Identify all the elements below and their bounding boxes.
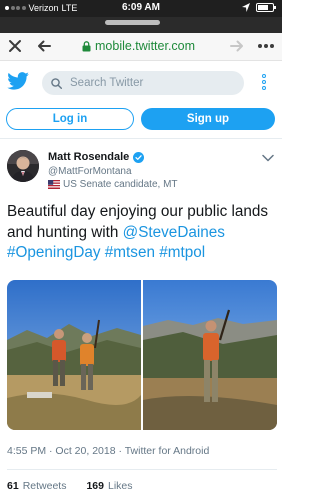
likes-label: Likes xyxy=(108,480,133,492)
url-text: mobile.twitter.com xyxy=(95,39,196,53)
retweets-stat[interactable]: 61 Retweets xyxy=(7,480,66,492)
likes-count: 169 xyxy=(86,480,104,492)
hashtag-link[interactable]: #mtpol xyxy=(159,244,205,261)
location-icon xyxy=(242,3,250,12)
tweet-media xyxy=(7,280,277,430)
twitter-bird-icon[interactable] xyxy=(7,72,29,90)
tweet-timestamp[interactable]: 4:55 PM · Oct 20, 2018 · Twitter for And… xyxy=(7,445,209,457)
divider xyxy=(0,138,282,139)
battery-icon xyxy=(256,3,276,12)
tweet-text: Beautiful day enjoying our public lands … xyxy=(7,202,279,264)
hashtag-link[interactable]: #OpeningDay xyxy=(7,244,101,261)
search-icon xyxy=(51,77,62,89)
affiliation-label: US Senate candidate, MT xyxy=(63,179,178,190)
author-affiliation: US Senate candidate, MT xyxy=(48,179,178,190)
forward-arrow-icon[interactable] xyxy=(229,38,245,54)
flag-icon xyxy=(48,180,60,189)
tweet-stats: 61 Retweets 169 Likes xyxy=(7,480,149,492)
chevron-down-icon[interactable] xyxy=(262,154,274,162)
search-placeholder: Search Twitter xyxy=(70,77,144,89)
tweet-photo[interactable] xyxy=(143,280,277,430)
retweets-count: 61 xyxy=(7,480,19,492)
status-bar: Verizon LTE 6:09 AM xyxy=(0,0,282,17)
login-button[interactable]: Log in xyxy=(6,108,134,130)
avatar[interactable] xyxy=(7,150,39,182)
divider xyxy=(7,469,277,470)
likes-stat[interactable]: 169 Likes xyxy=(86,480,132,492)
twitter-header: Search Twitter xyxy=(0,62,282,102)
lock-icon xyxy=(82,40,91,51)
status-icons xyxy=(242,3,276,12)
browser-toolbar: mobile.twitter.com xyxy=(0,33,282,61)
tweet-photo[interactable] xyxy=(7,280,141,430)
author-name-row[interactable]: Matt Rosendale xyxy=(48,151,145,163)
signup-button[interactable]: Sign up xyxy=(141,108,275,130)
notification-hint[interactable] xyxy=(0,17,282,33)
url-bar[interactable]: mobile.twitter.com xyxy=(82,39,195,53)
pull-handle[interactable] xyxy=(105,20,160,25)
clock: 6:09 AM xyxy=(122,2,160,13)
avatar-photo xyxy=(7,150,39,182)
verified-badge-icon xyxy=(133,151,145,163)
back-arrow-icon[interactable] xyxy=(36,38,52,54)
search-input[interactable]: Search Twitter xyxy=(42,71,244,95)
close-icon[interactable] xyxy=(7,38,23,54)
author-name[interactable]: Matt Rosendale xyxy=(48,151,129,163)
kebab-icon[interactable] xyxy=(261,74,267,90)
retweets-label: Retweets xyxy=(22,480,67,492)
more-icon[interactable] xyxy=(256,38,276,54)
author-handle[interactable]: @MattForMontana xyxy=(48,166,132,177)
hashtag-link[interactable]: #mtsen xyxy=(105,244,155,261)
mention-link[interactable]: @SteveDaines xyxy=(123,224,225,241)
